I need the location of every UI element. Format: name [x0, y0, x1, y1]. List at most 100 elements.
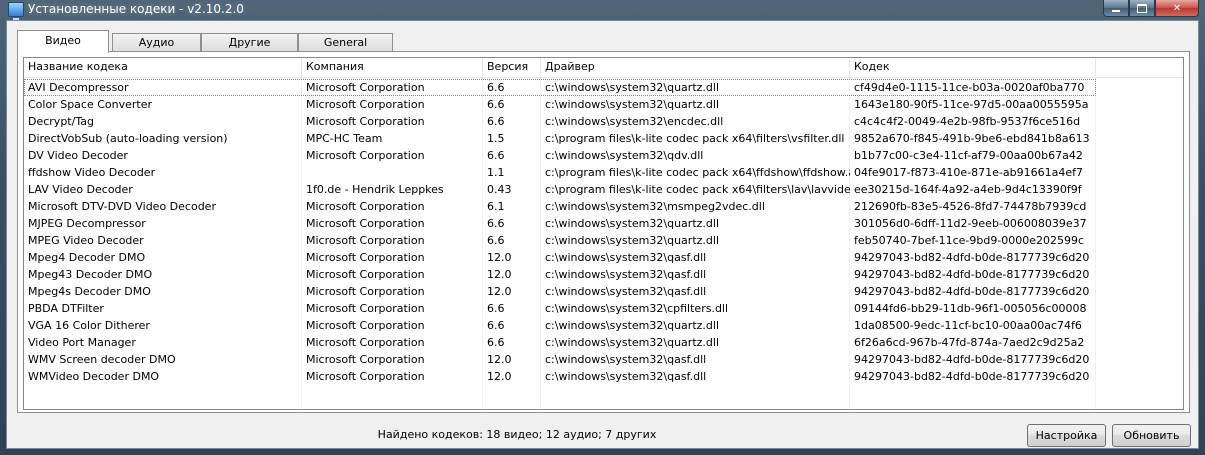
table-row[interactable]: DirectVobSub (auto-loading version) MPC-H…	[24, 130, 1183, 147]
cell-codec: 94297043-bd82-4dfd-b0de-8177739c6d20	[854, 285, 1090, 298]
cell-company: 1f0.de - Hendrik Leppkes	[306, 183, 444, 196]
table-row[interactable]: WMVideo Decoder DMO Microsoft Corporation…	[24, 368, 1183, 385]
cell-driver: c:\windows\system32\qasf.dll	[545, 353, 707, 366]
title-bar[interactable]: Установленные кодеки - v2.10.2.0 ✕	[0, 0, 1205, 20]
cell-codec: 212690fb-83e5-4526-8fd7-74478b7939cd	[854, 200, 1087, 213]
cell-codec: 09144fd6-bb29-11db-96f1-005056c00008	[854, 302, 1087, 315]
column-header-name[interactable]: Название кодека	[24, 58, 302, 77]
minimize-button[interactable]	[1103, 0, 1129, 17]
window-controls: ✕	[1103, 0, 1199, 18]
column-header-version[interactable]: Версия	[483, 58, 541, 77]
cell-version: 12.0	[487, 268, 512, 281]
cell-version: 6.6	[487, 217, 505, 230]
cell-driver: c:\windows\system32\qdv.dll	[545, 149, 704, 162]
table-row[interactable]: PBDA DTFilter Microsoft Corporation 6.6 c:\…	[24, 300, 1183, 317]
tab-video[interactable]: Видео	[17, 30, 109, 53]
cell-company: Microsoft Corporation	[306, 81, 425, 94]
cell-driver: c:\windows\system32\cpfilters.dll	[545, 302, 729, 315]
cell-driver: c:\windows\system32\quartz.dll	[545, 319, 719, 332]
maximize-button[interactable]	[1129, 0, 1155, 17]
cell-codec: c4c4c4f2-0049-4e2b-98fb-9537f6ce516d	[854, 115, 1081, 128]
list-header: Название кодека Компания Версия Драйвер …	[24, 58, 1183, 78]
cell-version: 6.6	[487, 98, 505, 111]
cell-codec: ee30215d-164f-4a92-a4eb-9d4c13390f9f	[854, 183, 1082, 196]
maximize-icon	[1137, 3, 1147, 13]
table-row[interactable]: ffdshow Video Decoder 1.1 c:\program files…	[24, 164, 1183, 181]
cell-driver: c:\windows\system32\quartz.dll	[545, 217, 719, 230]
cell-name: VGA 16 Color Ditherer	[28, 319, 150, 332]
settings-button[interactable]: Настройка	[1027, 424, 1106, 447]
table-row[interactable]: Video Port Manager Microsoft Corporation 6…	[24, 334, 1183, 351]
cell-version: 6.6	[487, 149, 505, 162]
dialog-body: Видео Аудио Другие General Название коде…	[6, 20, 1199, 449]
table-row[interactable]: Mpeg4 Decoder DMO Microsoft Corporation 12…	[24, 249, 1183, 266]
cell-name: Video Port Manager	[28, 336, 136, 349]
table-row[interactable]: MPEG Video Decoder Microsoft Corporation 6…	[24, 232, 1183, 249]
table-row[interactable]: Mpeg4s Decoder DMO Microsoft Corporation 1…	[24, 283, 1183, 300]
cell-company: Microsoft Corporation	[306, 268, 425, 281]
table-row[interactable]: MJPEG Decompressor Microsoft Corporation 6…	[24, 215, 1183, 232]
table-row[interactable]: Mpeg43 Decoder DMO Microsoft Corporation 1…	[24, 266, 1183, 283]
list-body: AVI Decompressor Microsoft Corporation 6.6…	[24, 79, 1183, 385]
table-row[interactable]: WMV Screen decoder DMO Microsoft Corporat…	[24, 351, 1183, 368]
cell-driver: c:\windows\system32\qasf.dll	[545, 251, 707, 264]
table-row[interactable]: DV Video Decoder Microsoft Corporation 6.6…	[24, 147, 1183, 164]
cell-version: 12.0	[487, 285, 512, 298]
cell-name: DV Video Decoder	[28, 149, 128, 162]
cell-name: Mpeg43 Decoder DMO	[28, 268, 153, 281]
column-header-company[interactable]: Компания	[302, 58, 483, 77]
cell-codec: b1b77c00-c3e4-11cf-af79-00aa00b67a42	[854, 149, 1083, 162]
cell-codec: 94297043-bd82-4dfd-b0de-8177739c6d20	[854, 251, 1090, 264]
table-row[interactable]: Color Space Converter Microsoft Corporati…	[24, 96, 1183, 113]
column-header-driver[interactable]: Драйвер	[541, 58, 850, 77]
cell-company: Microsoft Corporation	[306, 251, 425, 264]
tab-audio[interactable]: Аудио	[112, 33, 201, 52]
close-button[interactable]: ✕	[1155, 0, 1199, 17]
cell-driver: c:\windows\system32\qasf.dll	[545, 268, 707, 281]
window-title: Установленные кодеки - v2.10.2.0	[28, 2, 244, 16]
cell-name: MPEG Video Decoder	[28, 234, 144, 247]
app-window: Установленные кодеки - v2.10.2.0 ✕ Видео…	[0, 0, 1205, 455]
tab-other[interactable]: Другие	[201, 33, 298, 52]
cell-codec: 94297043-bd82-4dfd-b0de-8177739c6d20	[854, 370, 1090, 383]
cell-codec: 1da08500-9edc-11cf-bc10-00aa00ac74f6	[854, 319, 1082, 332]
cell-driver: c:\windows\system32\encdec.dll	[545, 115, 724, 128]
cell-name: LAV Video Decoder	[28, 183, 133, 196]
cell-version: 12.0	[487, 353, 512, 366]
refresh-button[interactable]: Обновить	[1112, 424, 1191, 447]
cell-company: Microsoft Corporation	[306, 353, 425, 366]
table-row[interactable]: Decrypt/Tag Microsoft Corporation 6.6 c:\wi…	[24, 113, 1183, 130]
column-header-codec[interactable]: Кодек	[850, 58, 1096, 77]
cell-codec: 94297043-bd82-4dfd-b0de-8177739c6d20	[854, 353, 1090, 366]
cell-name: WMVideo Decoder DMO	[28, 370, 160, 383]
cell-codec: cf49d4e0-1115-11ce-b03a-0020af0ba770	[854, 81, 1085, 94]
cell-company: Microsoft Corporation	[306, 302, 425, 315]
cell-name: Color Space Converter	[28, 98, 153, 111]
cell-driver: c:\windows\system32\quartz.dll	[545, 98, 719, 111]
cell-driver: c:\windows\system32\quartz.dll	[545, 234, 719, 247]
cell-version: 0.43	[487, 183, 512, 196]
cell-company: Microsoft Corporation	[306, 149, 425, 162]
table-row[interactable]: AVI Decompressor Microsoft Corporation 6.6…	[24, 79, 1183, 96]
cell-driver: c:\windows\system32\qasf.dll	[545, 285, 707, 298]
table-row[interactable]: VGA 16 Color Ditherer Microsoft Corporati…	[24, 317, 1183, 334]
table-row[interactable]: Microsoft DTV-DVD Video Decoder Microsoft…	[24, 198, 1183, 215]
cell-codec: 6f26a6cd-967b-47fd-874a-7aed2c9d25a2	[854, 336, 1085, 349]
cell-company: Microsoft Corporation	[306, 285, 425, 298]
cell-company: Microsoft Corporation	[306, 217, 425, 230]
cell-name: DirectVobSub (auto-loading version)	[28, 132, 228, 145]
table-row[interactable]: LAV Video Decoder 1f0.de - Hendrik Leppke…	[24, 181, 1183, 198]
cell-company: Microsoft Corporation	[306, 200, 425, 213]
cell-name: AVI Decompressor	[28, 81, 129, 94]
cell-version: 6.6	[487, 319, 505, 332]
codec-list[interactable]: Название кодека Компания Версия Драйвер …	[23, 57, 1184, 410]
tab-general[interactable]: General	[298, 33, 393, 52]
cell-company: MPC-HC Team	[306, 132, 383, 145]
cell-company: Microsoft Corporation	[306, 336, 425, 349]
cell-company: Microsoft Corporation	[306, 234, 425, 247]
cell-name: WMV Screen decoder DMO	[28, 353, 176, 366]
close-icon: ✕	[1172, 2, 1182, 14]
cell-version: 6.6	[487, 115, 505, 128]
cell-name: Mpeg4 Decoder DMO	[28, 251, 146, 264]
monitor-icon	[8, 2, 24, 20]
